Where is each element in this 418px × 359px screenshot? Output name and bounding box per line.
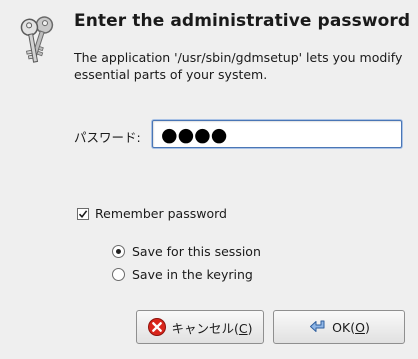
- remember-password-checkbox[interactable]: [77, 207, 89, 220]
- save-for-session-label: Save for this session: [132, 244, 261, 259]
- authentication-dialog: Enter the administrative password The ap…: [0, 0, 418, 359]
- remember-password-label: Remember password: [95, 206, 227, 221]
- cancel-button[interactable]: キャンセル(C): [136, 310, 264, 344]
- save-for-session-radio[interactable]: [112, 245, 125, 258]
- radio-selected-dot: [116, 249, 121, 254]
- dialog-title: Enter the administrative password: [74, 11, 411, 31]
- password-field[interactable]: [152, 120, 402, 148]
- save-for-session-option[interactable]: Save for this session: [112, 244, 261, 259]
- save-in-keyring-label: Save in the keyring: [132, 267, 253, 282]
- ok-button[interactable]: OK(O): [273, 310, 405, 344]
- ok-arrow-icon: [308, 317, 328, 337]
- keys-icon: [18, 12, 58, 68]
- password-label: パスワード:: [74, 130, 141, 145]
- checkmark-icon: [78, 209, 88, 218]
- save-in-keyring-radio[interactable]: [112, 268, 125, 281]
- dialog-description: The application '/usr/sbin/gdmsetup' let…: [74, 50, 403, 82]
- save-in-keyring-option[interactable]: Save in the keyring: [112, 267, 253, 282]
- ok-button-label: OK(O): [332, 319, 370, 335]
- remember-password-checkbox-row[interactable]: Remember password: [77, 206, 227, 221]
- cancel-icon: [147, 317, 167, 337]
- cancel-button-label: キャンセル(C): [171, 320, 253, 336]
